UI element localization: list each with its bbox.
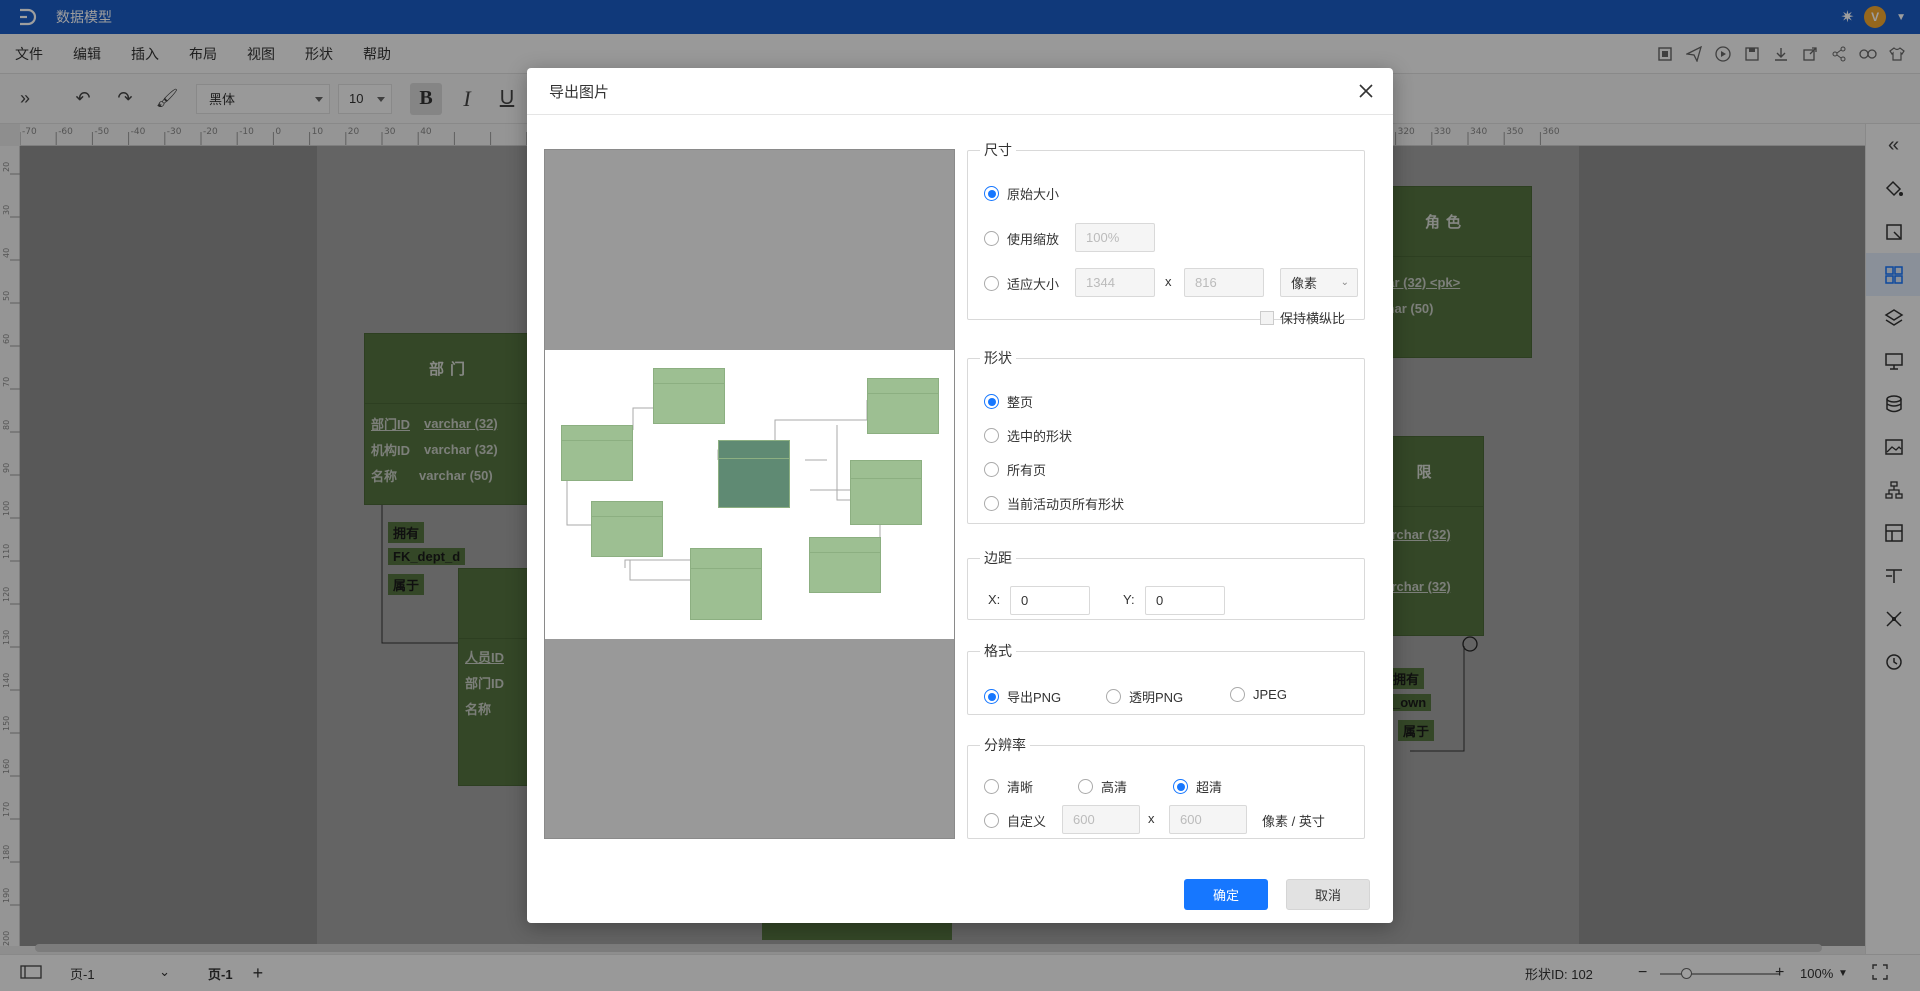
preview-entity	[718, 440, 790, 508]
radio-whole-page[interactable]: 整页	[984, 392, 1033, 411]
checkbox-label: 保持横纵比	[1280, 311, 1346, 326]
dpi-unit-label: 像素 / 英寸	[1262, 814, 1325, 829]
preview-entity	[653, 368, 725, 424]
margin-group: 边距 X: 0 Y: 0	[967, 548, 1365, 620]
radio-label: 选中的形状	[1007, 429, 1073, 444]
width-input[interactable]: 1344	[1075, 268, 1155, 297]
radio-label: 导出PNG	[1007, 690, 1062, 705]
cancel-button[interactable]: 取消	[1286, 879, 1370, 910]
preview-entity	[591, 501, 663, 557]
radio-indicator	[984, 496, 999, 511]
format-legend: 格式	[984, 643, 1012, 659]
preview-entity	[809, 537, 881, 593]
radio-use-scale[interactable]: 使用缩放	[984, 229, 1059, 248]
radio-indicator	[1173, 779, 1188, 794]
radio-all-pages[interactable]: 所有页	[984, 460, 1046, 479]
radio-indicator	[984, 394, 999, 409]
unit-select[interactable]: 像素 ⌄	[1280, 268, 1358, 297]
shape-legend: 形状	[984, 350, 1012, 366]
close-icon[interactable]	[1357, 82, 1375, 100]
ok-button[interactable]: 确定	[1184, 879, 1268, 910]
radio-indicator	[984, 779, 999, 794]
dialog-header: 导出图片	[527, 68, 1393, 115]
radio-label: 当前活动页所有形状	[1007, 497, 1125, 512]
radio-label: 整页	[1007, 395, 1034, 410]
radio-label: 超清	[1196, 780, 1223, 795]
radio-indicator	[984, 428, 999, 443]
radio-label: 清晰	[1007, 780, 1034, 795]
radio-indicator	[984, 689, 999, 704]
margin-legend: 边距	[984, 550, 1012, 566]
radio-indicator	[984, 186, 999, 201]
margin-x-label: X:	[988, 592, 1001, 607]
radio-selected-shapes[interactable]: 选中的形状	[984, 426, 1072, 445]
size-legend: 尺寸	[984, 142, 1012, 158]
radio-indicator	[1106, 689, 1121, 704]
margin-x-input[interactable]: 0	[1010, 586, 1090, 615]
export-preview	[544, 149, 955, 839]
margin-y-label: Y:	[1123, 592, 1135, 607]
export-image-dialog: 导出图片 尺寸 原始大小 使用缩放 100% 适应大小 1344 x 816 像…	[527, 68, 1393, 923]
margin-y-value: 0	[1156, 593, 1164, 608]
unit-value: 像素	[1291, 276, 1318, 291]
width-value: 1344	[1086, 275, 1115, 290]
radio-ultra-hd[interactable]: 超清	[1173, 777, 1222, 796]
dpi-width-input[interactable]: 600	[1062, 805, 1140, 834]
preview-entity	[867, 378, 939, 434]
dpi-height-value: 600	[1180, 812, 1202, 827]
radio-jpeg[interactable]: JPEG	[1230, 687, 1287, 702]
margin-y-input[interactable]: 0	[1145, 586, 1225, 615]
radio-clear[interactable]: 清晰	[984, 777, 1033, 796]
margin-x-value: 0	[1021, 593, 1029, 608]
resolution-legend: 分辨率	[984, 737, 1026, 753]
dialog-title: 导出图片	[549, 83, 610, 101]
radio-fit-size[interactable]: 适应大小	[984, 274, 1059, 293]
radio-original-size[interactable]: 原始大小	[984, 184, 1059, 203]
dpi-width-value: 600	[1073, 812, 1095, 827]
scale-value: 100%	[1086, 230, 1120, 245]
radio-indicator	[1230, 687, 1245, 702]
radio-hd[interactable]: 高清	[1078, 777, 1127, 796]
height-value: 816	[1195, 275, 1217, 290]
shape-group: 形状 整页 选中的形状 所有页 当前活动页所有形状	[967, 348, 1365, 524]
radio-indicator	[984, 231, 999, 246]
radio-png[interactable]: 导出PNG	[984, 687, 1061, 706]
preview-entity	[850, 460, 922, 525]
radio-label: 原始大小	[1007, 187, 1060, 202]
radio-label: 适应大小	[1007, 277, 1060, 292]
radio-label: 所有页	[1007, 463, 1047, 478]
size-group: 尺寸 原始大小 使用缩放 100% 适应大小 1344 x 816 像素 ⌄ 保持…	[967, 140, 1365, 326]
resolution-group: 分辨率 清晰 高清 超清 自定义 600 x 600 像素 / 英寸	[967, 735, 1365, 839]
radio-indicator	[984, 813, 999, 828]
times-label: x	[1165, 274, 1172, 289]
radio-label: 使用缩放	[1007, 232, 1060, 247]
scale-input[interactable]: 100%	[1075, 223, 1155, 252]
times-label: x	[1148, 811, 1155, 826]
height-input[interactable]: 816	[1184, 268, 1264, 297]
radio-label: 高清	[1101, 780, 1128, 795]
radio-indicator	[984, 276, 999, 291]
checkbox-indicator	[1260, 310, 1274, 325]
chevron-down-icon: ⌄	[1340, 277, 1349, 288]
radio-transparent-png[interactable]: 透明PNG	[1106, 687, 1183, 706]
radio-label: 透明PNG	[1129, 690, 1184, 705]
preview-entity	[561, 425, 633, 481]
radio-label: 自定义	[1007, 814, 1047, 829]
radio-label: JPEG	[1253, 687, 1287, 702]
dpi-height-input[interactable]: 600	[1169, 805, 1247, 834]
preview-page	[545, 350, 954, 639]
radio-indicator	[984, 462, 999, 477]
keep-ratio-checkbox[interactable]: 保持横纵比	[1260, 308, 1345, 327]
preview-entity	[690, 548, 762, 620]
radio-active-page-shapes[interactable]: 当前活动页所有形状	[984, 494, 1124, 513]
format-group: 格式 导出PNG 透明PNG JPEG	[967, 641, 1365, 715]
radio-indicator	[1078, 779, 1093, 794]
radio-custom[interactable]: 自定义	[984, 811, 1046, 830]
